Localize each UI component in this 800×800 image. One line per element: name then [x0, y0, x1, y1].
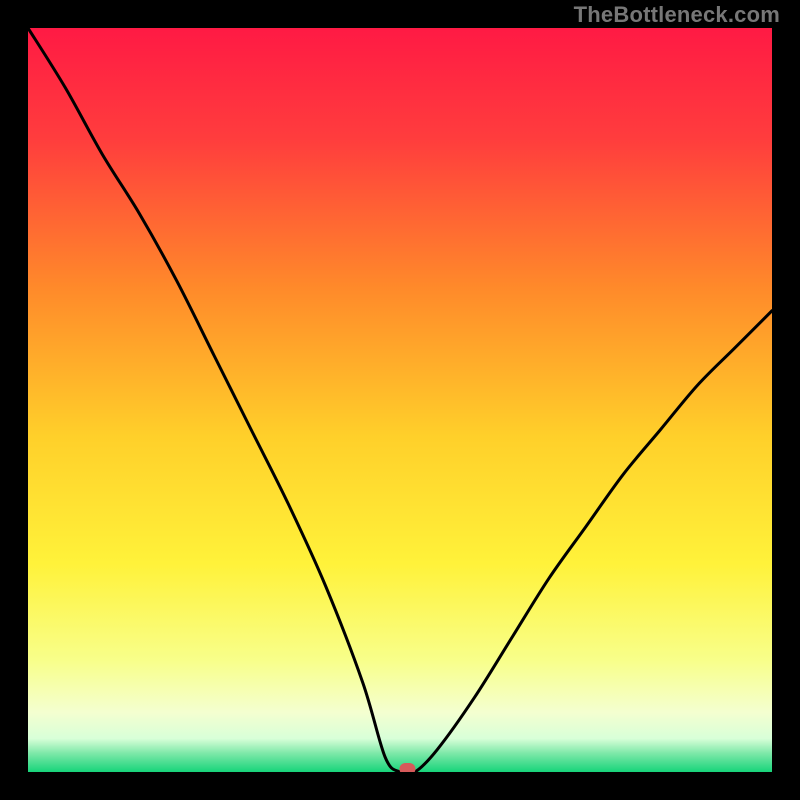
attribution-label: TheBottleneck.com — [574, 2, 780, 28]
chart-background — [28, 28, 772, 772]
plot-area — [28, 28, 772, 772]
optimal-point-marker — [399, 763, 415, 772]
chart-svg — [28, 28, 772, 772]
chart-frame: TheBottleneck.com — [0, 0, 800, 800]
